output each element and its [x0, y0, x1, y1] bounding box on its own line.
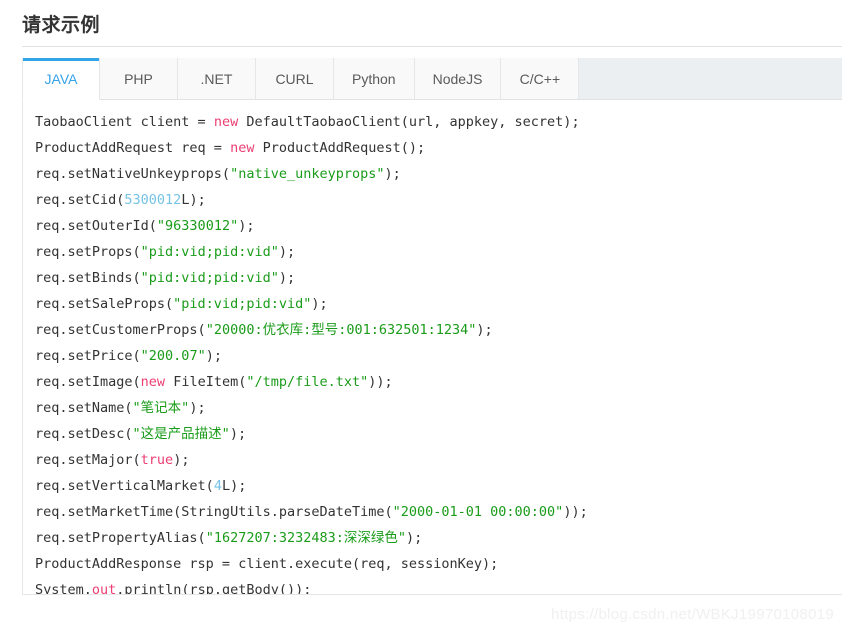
code-token-txt: );	[278, 244, 296, 260]
tab-label: CURL	[275, 70, 314, 87]
code-block[interactable]: TaobaoClient client = new DefaultTaobaoC…	[23, 109, 842, 595]
code-line: req.setCid(5300012L);	[35, 187, 842, 213]
code-token-txt: );	[229, 426, 247, 442]
code-token-kw: true	[140, 452, 174, 468]
tab-label: PHP	[124, 70, 153, 87]
code-line: req.setPropertyAlias("1627207:3232483:深深…	[35, 525, 842, 551]
code-line: req.setMarketTime(StringUtils.parseDateT…	[35, 499, 842, 525]
code-token-txt: req.setBinds(	[35, 270, 141, 286]
code-token-kw: new	[230, 140, 255, 156]
code-line: req.setNativeUnkeyprops("native_unkeypro…	[35, 161, 842, 187]
code-token-txt: );	[205, 348, 222, 364]
code-token-str: "2000-01-01 00:00:00"	[392, 504, 564, 520]
code-token-txt: ProductAddRequest();	[254, 140, 426, 156]
code-line: System.out.println(rsp.getBody());	[35, 577, 842, 595]
code-token-num: 4	[213, 478, 222, 494]
code-token-txt: req.setImage(	[35, 374, 141, 390]
code-token-txt: System.	[35, 582, 92, 595]
code-token-kw: new	[140, 374, 166, 390]
code-token-txt: TaobaoClient client =	[35, 114, 214, 130]
code-line: req.setCustomerProps("20000:优衣库:型号:001:6…	[35, 317, 842, 343]
code-token-str: "96330012"	[156, 218, 239, 234]
code-token-txt: ProductAddResponse rsp = client.execute(…	[35, 556, 499, 572]
tab-label: NodeJS	[432, 70, 483, 87]
code-token-txt: DefaultTaobaoClient(url, appkey, secret)…	[238, 114, 580, 130]
code-line: req.setDesc("这是产品描述");	[35, 421, 842, 447]
code-line: req.setPrice("200.07");	[35, 343, 842, 369]
code-token-txt: req.setMajor(	[35, 452, 141, 468]
code-token-kw: new	[213, 114, 239, 130]
code-token-txt: );	[384, 166, 401, 182]
code-token-txt: req.setPropertyAlias(	[35, 530, 206, 546]
code-sample-panel: TaobaoClient client = new DefaultTaobaoC…	[22, 100, 842, 595]
code-token-txt: req.setMarketTime(StringUtils.parseDateT…	[35, 504, 393, 520]
code-line: req.setMajor(true);	[35, 447, 842, 473]
code-token-str: "pid:vid;pid:vid"	[173, 296, 312, 312]
tab-label: JAVA	[44, 70, 78, 87]
page-header: 请求示例	[0, 0, 842, 46]
code-token-str: "pid:vid;pid:vid"	[140, 270, 279, 286]
code-token-txt: );	[189, 400, 206, 416]
code-line: req.setSaleProps("pid:vid;pid:vid");	[35, 291, 842, 317]
code-line: ProductAddResponse rsp = client.execute(…	[35, 551, 842, 577]
code-token-txt: .println(rsp.getBody());	[116, 582, 312, 595]
tab-nodejs[interactable]: NodeJS	[414, 58, 502, 99]
code-token-txt: L);	[181, 192, 206, 208]
code-token-txt: req.setOuterId(	[35, 218, 157, 234]
code-token-str: "这是产品描述"	[132, 426, 230, 442]
code-line: req.setProps("pid:vid;pid:vid");	[35, 239, 842, 265]
tab-c-c[interactable]: C/C++	[501, 58, 580, 99]
code-token-str: "笔记本"	[132, 400, 190, 416]
code-token-txt: req.setSaleProps(	[35, 296, 174, 312]
code-line: req.setVerticalMarket(4L);	[35, 473, 842, 499]
code-line: req.setOuterId("96330012");	[35, 213, 842, 239]
code-token-txt: ));	[563, 504, 588, 520]
code-token-str: "1627207:3232483:深深绿色"	[205, 530, 406, 546]
code-token-txt: FileItem(	[165, 374, 247, 390]
code-token-txt: req.setProps(	[35, 244, 141, 260]
code-token-str: "20000:优衣库:型号:001:632501:1234"	[205, 322, 477, 338]
code-token-txt: req.setName(	[35, 400, 133, 416]
tab-label: C/C++	[519, 70, 561, 87]
tab-curl[interactable]: CURL	[256, 58, 334, 99]
code-token-txt: );	[173, 452, 190, 468]
tab-python[interactable]: Python	[334, 58, 415, 99]
tab-php[interactable]: PHP	[100, 58, 178, 99]
code-token-txt: );	[311, 296, 328, 312]
code-token-txt: req.setDesc(	[35, 426, 133, 442]
page-title: 请求示例	[22, 15, 101, 36]
code-token-str: "/tmp/file.txt"	[246, 374, 369, 390]
tab-strip-filler	[579, 58, 842, 99]
tab-java[interactable]: JAVA	[22, 58, 100, 100]
code-token-txt: req.setCid(	[35, 192, 125, 208]
code-token-txt: ));	[368, 374, 393, 390]
code-line: TaobaoClient client = new DefaultTaobaoC…	[35, 109, 842, 135]
code-line: req.setImage(new FileItem("/tmp/file.txt…	[35, 369, 842, 395]
code-token-txt: req.setPrice(	[35, 348, 141, 364]
code-token-kw: out	[91, 582, 117, 595]
code-token-txt: req.setNativeUnkeyprops(	[35, 166, 231, 182]
code-token-str: "native_unkeyprops"	[230, 166, 385, 182]
code-line: ProductAddRequest req = new ProductAddRe…	[35, 135, 842, 161]
tab-label: Python	[352, 70, 396, 87]
code-line: req.setName("笔记本");	[35, 395, 842, 421]
language-tab-strip[interactable]: JAVA PHP .NET CURL Python NodeJS C/C++	[22, 58, 842, 100]
code-token-txt: ProductAddRequest req =	[35, 140, 231, 156]
code-token-txt: );	[406, 530, 423, 546]
tab-net[interactable]: .NET	[178, 58, 256, 99]
code-token-txt: );	[278, 270, 296, 286]
tab-label: .NET	[200, 70, 233, 87]
code-token-txt: L);	[221, 478, 247, 494]
code-token-str: "pid:vid;pid:vid"	[140, 244, 279, 260]
code-token-num: 5300012	[124, 192, 182, 208]
code-token-txt: req.setVerticalMarket(	[35, 478, 214, 494]
watermark-text: https://blog.csdn.net/WBKJ19970108019	[551, 606, 834, 623]
code-token-txt: req.setCustomerProps(	[35, 322, 206, 338]
code-token-txt: );	[238, 218, 255, 234]
code-token-txt: );	[476, 322, 493, 338]
title-divider	[22, 46, 842, 47]
code-line: req.setBinds("pid:vid;pid:vid");	[35, 265, 842, 291]
code-token-str: "200.07"	[140, 348, 206, 364]
